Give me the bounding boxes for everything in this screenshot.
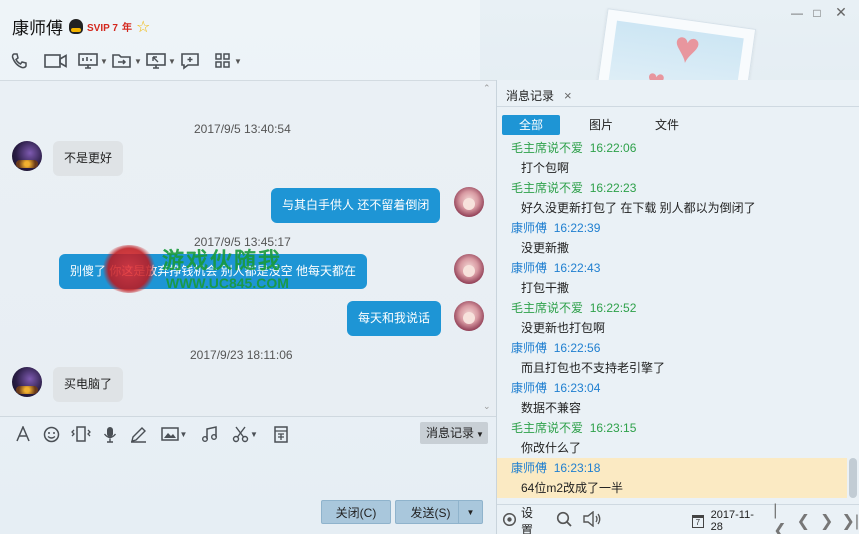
record-header: 康师傅 16:22:56	[511, 341, 601, 355]
scrollbar-thumb[interactable]	[849, 458, 857, 498]
prev-page-icon[interactable]: ❮	[797, 511, 810, 531]
settings-label[interactable]: 设置	[521, 504, 542, 534]
watermark-url: WWW.UC845.COM	[166, 275, 289, 291]
message-input[interactable]	[0, 446, 496, 496]
contact-name[interactable]: 康师傅	[12, 14, 63, 39]
record-header: 毛主席说不爱 16:22:52	[511, 301, 637, 315]
close-button[interactable]: 关闭(C)	[321, 500, 391, 524]
microphone-icon[interactable]	[95, 424, 124, 444]
avatar[interactable]	[12, 367, 42, 397]
record-text: 打包干撒	[521, 281, 570, 295]
history-scrollbar[interactable]	[847, 138, 857, 504]
filter-files[interactable]: 文件	[636, 115, 698, 135]
record-header: 康师傅 16:23:04	[511, 381, 601, 395]
close-icon[interactable]: ✕	[832, 4, 850, 21]
history-list: 毛主席说不爱 16:22:06 打个包啊 毛主席说不爱 16:22:23 好久没…	[497, 138, 847, 498]
record-header: 康师傅 16:23:18	[511, 461, 601, 475]
record-header: 康师傅 16:22:39	[511, 221, 601, 235]
video-icon[interactable]	[44, 50, 78, 72]
settings-gear-icon[interactable]	[502, 512, 517, 531]
watermark-title: 游戏伙随我	[162, 248, 283, 273]
history-footer: 设置 7 2017-11-28 |❮ ❮ ❯ ❯|	[497, 502, 859, 534]
message-bubble-out[interactable]: 与其白手供人 还不留着倒闭	[271, 188, 441, 223]
record-header: 康师傅 16:22:43	[511, 261, 601, 275]
contact-title: 康师傅 SVIP 7年 ☆	[12, 14, 150, 39]
history-record[interactable]: 康师傅 16:22:39 没更新撒	[497, 218, 847, 258]
record-text: 好久没更新打包了 在下载 别人都以为倒闭了	[521, 201, 756, 215]
avatar[interactable]	[454, 187, 484, 217]
record-text: 数据不兼容	[521, 401, 582, 415]
message-bubble-in[interactable]: 不是更好	[53, 141, 124, 176]
record-header: 毛主席说不爱 16:23:15	[511, 421, 637, 435]
avatar[interactable]	[454, 301, 484, 331]
red-packet-icon[interactable]	[266, 424, 295, 444]
filter-all[interactable]: 全部	[502, 115, 560, 135]
next-page-icon[interactable]: ❯	[820, 511, 833, 531]
add-chat-icon[interactable]	[180, 50, 214, 72]
search-icon[interactable]	[556, 511, 572, 531]
record-header: 毛主席说不爱 16:22:06	[511, 141, 637, 155]
filter-images[interactable]: 图片	[570, 115, 632, 135]
record-text: 64位m2改成了一半	[521, 481, 624, 495]
calendar-icon[interactable]: 7	[692, 514, 704, 528]
close-tab-icon[interactable]: ×	[564, 88, 572, 103]
message-bubble-in[interactable]: 买电脑了	[53, 367, 124, 402]
avatar[interactable]	[12, 141, 42, 171]
qq-penguin-icon	[69, 19, 83, 34]
timestamp: 2017/9/5 13:40:54	[194, 122, 291, 136]
history-record[interactable]: 毛主席说不爱 16:23:15 你改什么了	[497, 418, 847, 458]
screen-share-icon[interactable]: ▼	[78, 50, 112, 72]
avatar[interactable]	[454, 254, 484, 284]
dragon-logo-icon	[100, 245, 158, 293]
watermark: 游戏伙随我 WWW.UC845.COM	[100, 239, 340, 303]
record-text: 你改什么了	[521, 441, 582, 455]
history-tab[interactable]: 消息记录 ×	[506, 87, 572, 104]
phone-icon[interactable]	[10, 50, 44, 72]
send-options-dropdown[interactable]: ▼	[458, 500, 483, 524]
vibrate-icon[interactable]	[66, 424, 95, 444]
history-record[interactable]: 康师傅 16:23:04 数据不兼容	[497, 378, 847, 418]
emoji-icon[interactable]	[37, 424, 66, 444]
music-icon[interactable]	[195, 424, 224, 444]
svip-badge[interactable]: SVIP 7年	[87, 19, 132, 34]
history-record[interactable]: 毛主席说不爱 16:22:06 打个包啊	[497, 138, 847, 178]
history-date[interactable]: 2017-11-28	[711, 509, 760, 533]
history-record[interactable]: 毛主席说不爱 16:22:23 好久没更新打包了 在下载 别人都以为倒闭了	[497, 178, 847, 218]
message-area[interactable]: ⌃ 2017/9/5 13:40:54 不是更好 与其白手供人 还不留着倒闭 2…	[0, 81, 496, 416]
first-page-icon[interactable]: |❮	[773, 502, 788, 534]
record-text: 打个包啊	[521, 161, 570, 175]
font-icon[interactable]	[8, 424, 37, 444]
record-text: 而且打包也不支持老引擎了	[521, 361, 666, 375]
input-toolbar: ▼ ▼	[8, 424, 295, 444]
record-text: 没更新撒	[521, 241, 570, 255]
apps-grid-icon[interactable]: ▼	[214, 50, 248, 72]
chat-window: ♥ ♥ 康师傅 SVIP 7年 ☆ — □ ✕ ▼ ▼ ▼	[0, 0, 859, 534]
history-record[interactable]: 康师傅 16:22:43 打包干撒	[497, 258, 847, 298]
maximize-icon[interactable]: □	[808, 6, 826, 20]
history-filters: 全部 图片 文件	[502, 115, 698, 135]
message-bubble-out[interactable]: 每天和我说话	[347, 301, 442, 336]
image-icon[interactable]: ▼	[153, 424, 195, 444]
file-transfer-icon[interactable]: ▼	[112, 50, 146, 72]
screenshot-scissors-icon[interactable]: ▼	[224, 424, 266, 444]
record-text: 没更新也打包啊	[521, 321, 606, 335]
message-history-button[interactable]: 消息记录 ▼	[420, 422, 488, 444]
history-record-highlighted[interactable]: 康师傅 16:23:18 64位m2改成了一半	[497, 458, 847, 498]
chat-toolbar: ▼ ▼ ▼ ▼	[10, 50, 248, 72]
speaker-icon[interactable]	[582, 510, 602, 531]
remote-desktop-icon[interactable]: ▼	[146, 50, 180, 72]
scroll-down-icon[interactable]: ⌄	[483, 401, 491, 412]
last-page-icon[interactable]: ❯|	[841, 511, 859, 531]
record-header: 毛主席说不爱 16:22:23	[511, 181, 637, 195]
send-button[interactable]: 发送(S)	[395, 500, 465, 524]
history-record[interactable]: 康师傅 16:22:56 而且打包也不支持老引擎了	[497, 338, 847, 378]
star-icon[interactable]: ☆	[136, 17, 150, 37]
timestamp: 2017/9/23 18:11:06	[190, 348, 293, 362]
history-panel: 消息记录 × 全部 图片 文件 毛主席说不爱 16:22:06 打个包啊 毛主席…	[497, 80, 859, 534]
pen-icon[interactable]	[124, 424, 153, 444]
scroll-up-icon[interactable]: ⌃	[483, 83, 491, 94]
history-record[interactable]: 毛主席说不爱 16:22:52 没更新也打包啊	[497, 298, 847, 338]
minimize-icon[interactable]: —	[788, 6, 806, 20]
